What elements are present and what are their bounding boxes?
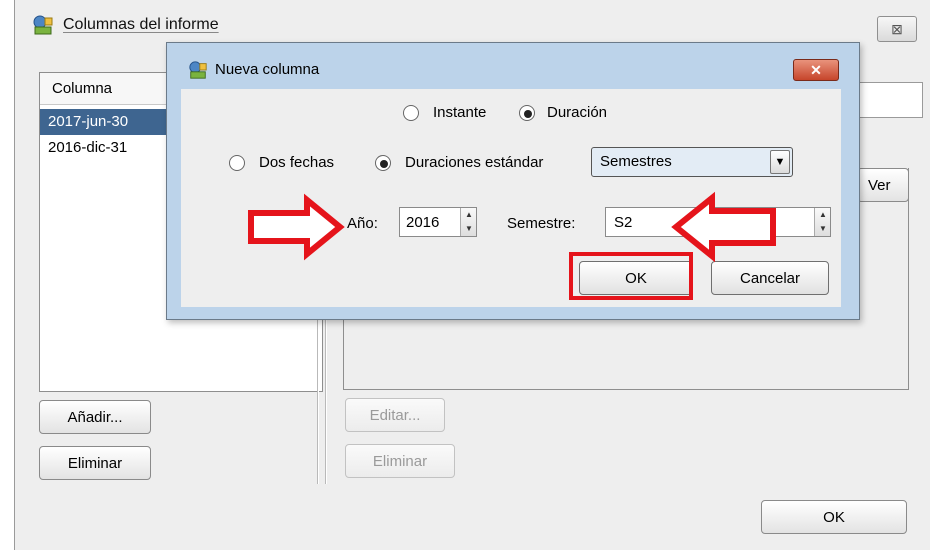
semester-spinner[interactable]: S2 ▲ ▼ <box>605 207 831 237</box>
new-column-dialog: Nueva columna ✕ Instante Duración Dos fe… <box>166 42 860 320</box>
period-select[interactable]: Semestres ▼ <box>591 147 793 177</box>
edit-button[interactable]: Editar... <box>345 398 445 432</box>
view-button[interactable]: Ver <box>857 168 909 202</box>
dialog-title: Nueva columna <box>215 61 320 78</box>
radio-dos-fechas[interactable] <box>229 155 245 171</box>
remove-detail-button[interactable]: Eliminar <box>345 444 455 478</box>
app-icon <box>33 15 53 35</box>
year-spinner-buttons[interactable]: ▲ ▼ <box>460 208 476 236</box>
splitter[interactable] <box>317 318 319 484</box>
spin-up-icon[interactable]: ▲ <box>815 208 831 222</box>
radio-duracion-label: Duración <box>547 104 608 121</box>
highlight-box <box>569 252 693 300</box>
app-icon <box>189 61 207 79</box>
close-icon[interactable]: ⊠ <box>877 16 917 42</box>
ok-button[interactable]: OK <box>761 500 907 534</box>
radio-duracion[interactable] <box>519 105 535 121</box>
add-button[interactable]: Añadir... <box>39 400 151 434</box>
close-icon[interactable]: ✕ <box>793 59 839 81</box>
year-spinner[interactable]: 2016 ▲ ▼ <box>399 207 477 237</box>
spin-down-icon[interactable]: ▼ <box>815 222 831 236</box>
spin-up-icon[interactable]: ▲ <box>461 208 477 222</box>
radio-duraciones-estandar-label: Duraciones estándar <box>405 154 544 171</box>
cancel-button[interactable]: Cancelar <box>711 261 829 295</box>
semester-spinner-buttons[interactable]: ▲ ▼ <box>814 208 830 236</box>
chevron-down-icon[interactable]: ▼ <box>770 150 790 174</box>
window-title: Columnas del informe <box>63 16 219 33</box>
splitter[interactable] <box>325 318 327 484</box>
year-value: 2016 <box>406 214 440 231</box>
semester-value: S2 <box>614 214 633 231</box>
radio-instante-label: Instante <box>433 104 487 121</box>
year-label: Año: <box>347 215 378 232</box>
radio-duraciones-estandar[interactable] <box>375 155 391 171</box>
period-select-value: Semestres <box>600 153 672 170</box>
radio-dos-fechas-label: Dos fechas <box>259 154 335 171</box>
remove-button[interactable]: Eliminar <box>39 446 151 480</box>
name-field[interactable] <box>857 82 923 118</box>
radio-instante[interactable] <box>403 105 419 121</box>
spin-down-icon[interactable]: ▼ <box>461 222 477 236</box>
semester-label: Semestre: <box>507 215 576 232</box>
